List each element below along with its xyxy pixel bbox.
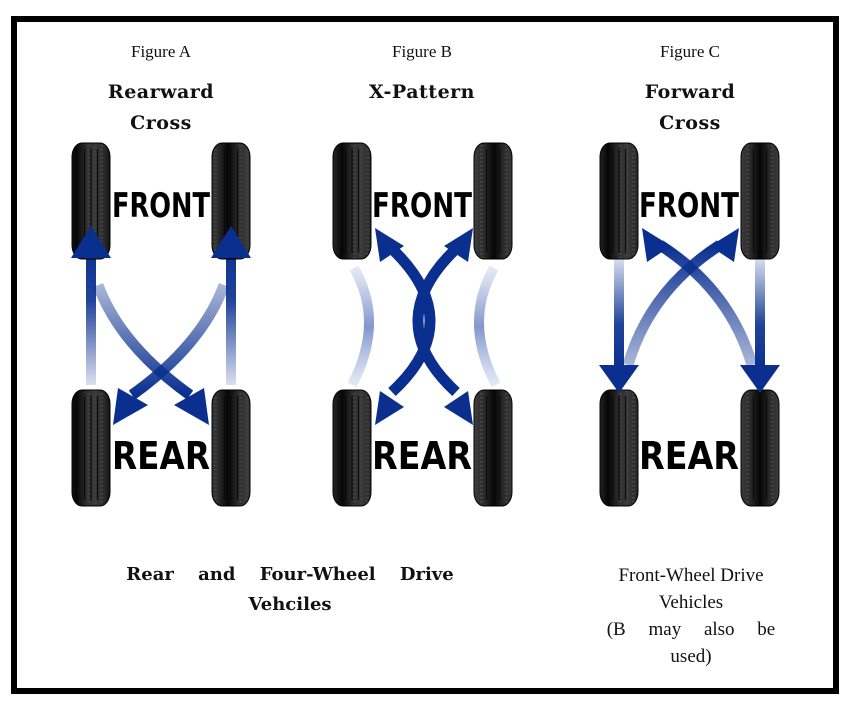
figure-c-arrowhead-up-left [642,228,671,262]
figure-b-arrowhead-down-right [444,391,473,425]
figure-b-ghost-arc-left [347,265,374,388]
figure-a-left-straight-shaft [86,245,96,385]
caption-fwd-line2: Vehicles [658,592,724,613]
figure-b-curve-left-side [412,240,464,397]
figure-c-curve-right-to-left [657,240,758,367]
figure-c-arrowhead-up-right [710,228,739,262]
figure-a-diagram [86,245,236,400]
caption-fwd-line1: Front-Wheel Drive [618,565,764,586]
caption-fwd-line3: (B may also be [606,619,776,640]
figure-a-rear-label: REAR [112,434,210,478]
figure-b-ghost-arc-right [474,265,501,388]
figure-c-rear-label: REAR [639,434,739,478]
figure-b-diagram [347,240,501,397]
caption-rear-4wd-line1: Rear and Four-Wheel Drive [126,564,454,585]
figure-b-curve-right-side [384,240,436,397]
caption-fwd-line4: used) [670,646,712,667]
figure-c-front-label: FRONT [639,186,740,226]
figure-c-curve-left-to-right [622,240,723,367]
figure-c-diagram [614,240,765,368]
figure-c-right-straight-shaft [755,258,765,368]
figure-c-arrowhead-down-left [599,365,639,393]
figure-b-front-label: FRONT [372,186,473,226]
figure-c-left-straight-shaft [614,258,624,368]
figure-b-arrowhead-down-left [375,391,404,425]
figure-c-arrowhead-down-right [740,365,780,393]
figure-a-front-label: FRONT [112,186,211,226]
figure-b-rear-label: REAR [372,434,472,478]
figure-a-curve-left-to-right [92,283,194,400]
figure-a-right-straight-shaft [226,245,236,385]
figure-a-curve-right-to-left [128,283,230,400]
caption-rear-4wd-line2: Vehciles [248,594,332,615]
